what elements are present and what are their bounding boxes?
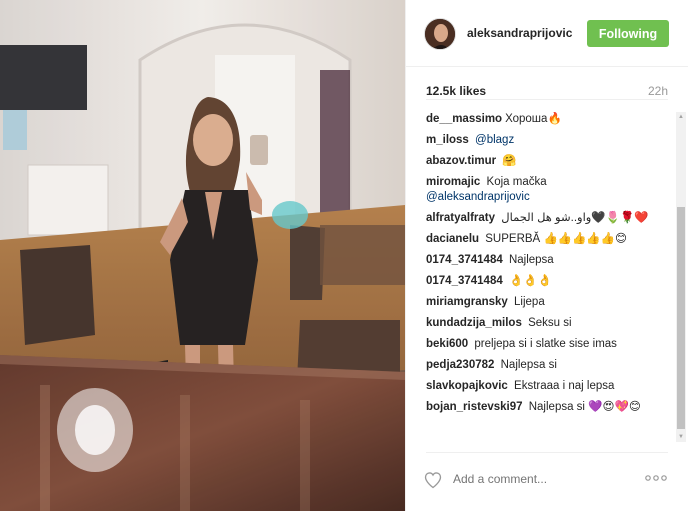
- scroll-down-arrow-icon[interactable]: ▼: [676, 432, 686, 442]
- comment: bojan_ristevski97 Najlepsa si 💜😍💖😊: [426, 400, 676, 415]
- comment-text: Ekstraaa i naj lepsa: [514, 380, 615, 392]
- comment-text: Najlepsa si: [500, 359, 557, 371]
- comment-author[interactable]: bojan_ristevski97: [426, 401, 523, 413]
- comment: 0174_3741484 👌👌👌: [426, 274, 676, 289]
- comment-author[interactable]: kundadzija_milos: [426, 317, 522, 329]
- comment: 0174_3741484 Najlepsa: [426, 253, 676, 268]
- comment-mention[interactable]: @aleksandraprijovic: [426, 191, 530, 203]
- comment: alfratyalfraty واو..شو هل الجمال🖤🌷🌹❤️: [426, 211, 676, 226]
- comment-author[interactable]: alfratyalfraty: [426, 212, 495, 224]
- post-header: aleksandraprijovic Following: [406, 0, 688, 67]
- comment-author[interactable]: beki600: [426, 338, 468, 350]
- comment-text: SUPERBĂ: [485, 233, 541, 245]
- comment-text: Хороша: [505, 113, 548, 125]
- comment-emoji: 👌👌👌: [508, 275, 552, 287]
- comment-text: Lijepa: [514, 296, 545, 308]
- username[interactable]: aleksandraprijovic: [467, 26, 572, 40]
- post-photo: [0, 0, 405, 511]
- comment-author[interactable]: slavkopajkovic: [426, 380, 508, 392]
- instagram-post: aleksandraprijovic Following 12.5k likes…: [0, 0, 688, 511]
- following-button[interactable]: Following: [587, 20, 669, 47]
- comment-emoji: 🤗: [502, 155, 517, 167]
- post-time[interactable]: 22h: [648, 84, 668, 98]
- likes-row: 12.5k likes 22h: [426, 82, 668, 100]
- comment-text: Koja mačka: [486, 176, 547, 188]
- comment-author[interactable]: pedja230782: [426, 359, 494, 371]
- post-sidebar: aleksandraprijovic Following 12.5k likes…: [405, 0, 688, 511]
- comment-text: Seksu si: [528, 317, 572, 329]
- comment-emoji: 💜😍💖😊: [588, 401, 641, 413]
- comments-scrollbar[interactable]: ▲ ▼: [676, 112, 686, 442]
- comment-author[interactable]: 0174_3741484: [426, 254, 503, 266]
- user-avatar[interactable]: [424, 18, 456, 50]
- comment: beki600 preljepa si i slatke sise imas: [426, 337, 676, 352]
- comment: de__massimo Хороша🔥: [426, 112, 676, 127]
- comment-author[interactable]: miromajic: [426, 176, 480, 188]
- comment-author[interactable]: abazov.timur: [426, 155, 496, 167]
- comment: miromajic Koja mačka @aleksandraprijovic: [426, 175, 676, 205]
- comment: abazov.timur 🤗: [426, 154, 676, 169]
- comment-text: Najlepsa si: [528, 401, 585, 413]
- comment-author[interactable]: de__massimo: [426, 113, 502, 125]
- comment: dacianelu SUPERBĂ 👍👍👍👍👍😊: [426, 232, 676, 247]
- comment-emoji: 👍👍👍👍👍😊: [543, 233, 628, 245]
- scroll-up-arrow-icon[interactable]: ▲: [676, 112, 686, 122]
- heart-outline-icon[interactable]: [423, 470, 443, 490]
- add-comment-input[interactable]: [453, 470, 638, 488]
- divider: [426, 452, 668, 453]
- comment: miriamgransky Lijepa: [426, 295, 676, 310]
- comments-list: de__massimo Хороша🔥 m_iloss @blagz abazov…: [426, 112, 676, 442]
- comment-mention[interactable]: @blagz: [475, 134, 514, 146]
- comment-author[interactable]: m_iloss: [426, 134, 469, 146]
- comment-author[interactable]: miriamgransky: [426, 296, 508, 308]
- scrollbar-thumb[interactable]: [677, 207, 685, 429]
- comment: m_iloss @blagz: [426, 133, 676, 148]
- likes-count[interactable]: 12.5k likes: [426, 84, 486, 98]
- comment: pedja230782 Najlepsa si: [426, 358, 676, 373]
- more-options-icon[interactable]: [644, 473, 670, 485]
- comment-text: Najlepsa: [508, 254, 554, 266]
- comment-text: واو..شو هل الجمال: [501, 212, 592, 224]
- comment: kundadzija_milos Seksu si: [426, 316, 676, 331]
- comment-author[interactable]: 0174_3741484: [426, 275, 503, 287]
- comment-text: preljepa si i slatke sise imas: [474, 338, 617, 350]
- comment: slavkopajkovic Ekstraaa i naj lepsa: [426, 379, 676, 394]
- comment-author[interactable]: dacianelu: [426, 233, 479, 245]
- comment-emoji: 🖤🌷🌹❤️: [591, 212, 649, 224]
- comment-emoji: 🔥: [547, 113, 562, 125]
